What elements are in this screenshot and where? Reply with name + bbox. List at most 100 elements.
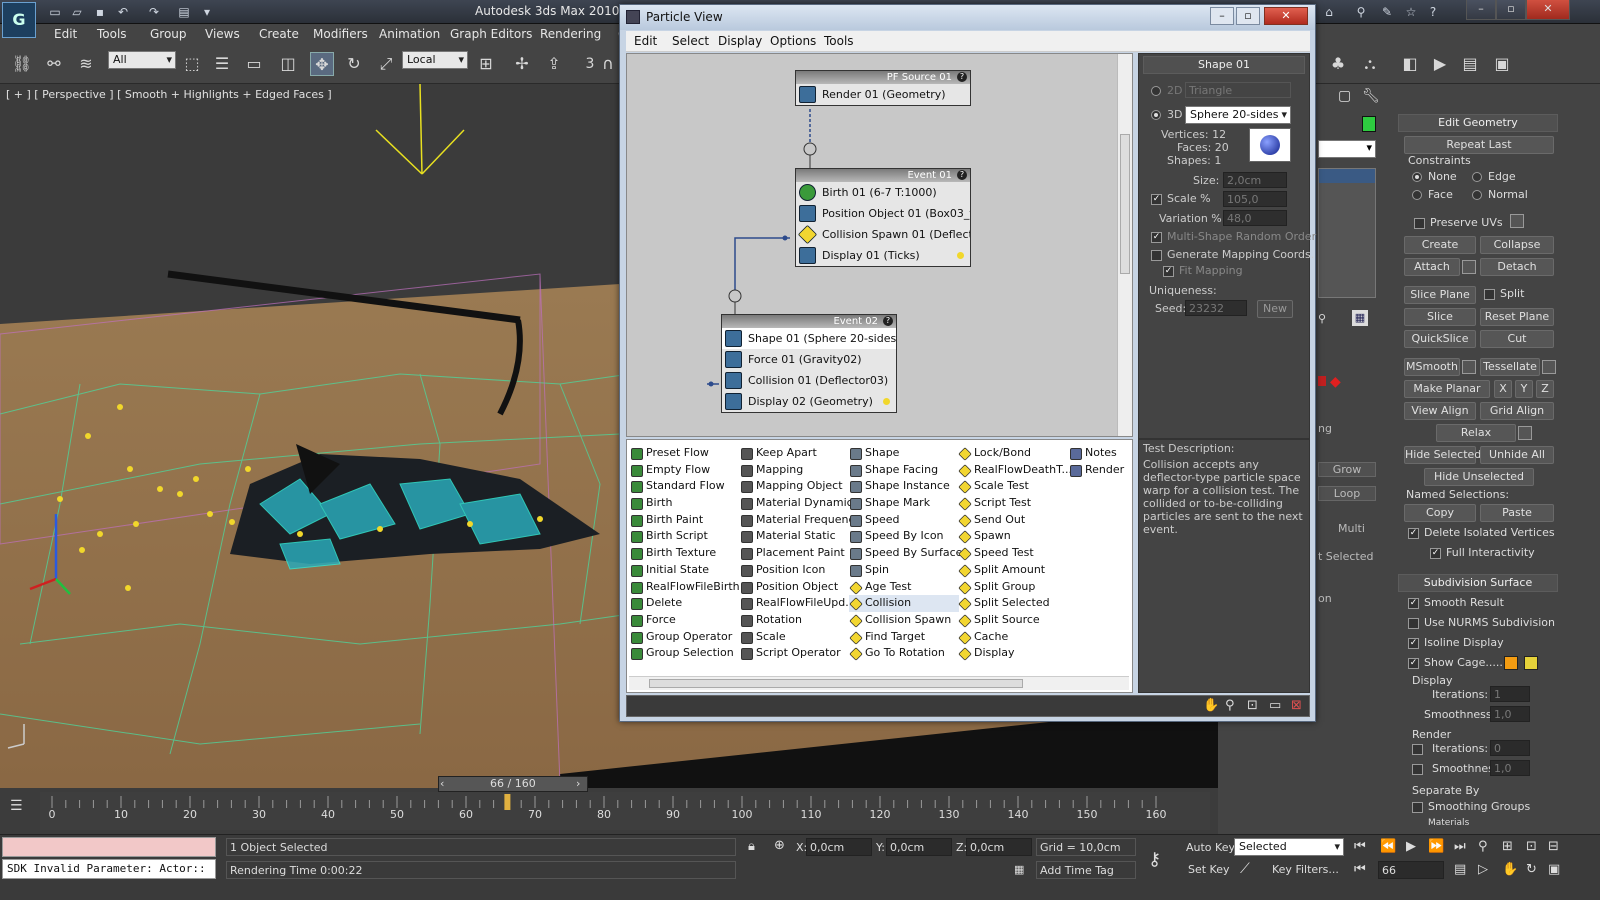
node-help-icon[interactable]: ? (883, 316, 893, 326)
depot-item[interactable]: Lock/Bond (958, 445, 1068, 462)
unhide-all-button[interactable]: Unhide All (1480, 446, 1554, 464)
display-iterations-spinner[interactable]: 1 (1490, 686, 1530, 702)
depot-item[interactable]: Notes (1069, 445, 1133, 462)
show-cage-checkbox[interactable]: ✓ (1408, 658, 1419, 669)
node-operator[interactable]: Render 01 (Geometry) (796, 84, 970, 105)
cage-color-swatch[interactable] (1504, 656, 1518, 670)
constraint-face-radio[interactable] (1412, 190, 1422, 200)
depot-item[interactable]: Position Object (740, 579, 850, 596)
depot-item[interactable]: Empty Flow (630, 462, 740, 479)
depot-item[interactable]: Speed By Icon (849, 528, 959, 545)
quickslice-button[interactable]: QuickSlice (1404, 330, 1476, 348)
pv-menu-display[interactable]: Display (718, 34, 762, 48)
window-crossing-icon[interactable]: ◫ (276, 52, 300, 76)
prev-frame-icon[interactable]: ⏪ (1380, 839, 1396, 854)
split-checkbox[interactable] (1484, 289, 1495, 300)
depot-item[interactable]: Birth Script (630, 528, 740, 545)
loop-button[interactable]: Loop (1318, 486, 1376, 501)
lock-selection-icon[interactable]: 🔒︎ (748, 839, 755, 854)
depot-item[interactable]: Birth Paint (630, 512, 740, 529)
node-help-icon[interactable]: ? (957, 72, 967, 82)
go-to-end-icon[interactable]: ⏭ (1454, 839, 1466, 854)
new-seed-button[interactable]: New (1257, 300, 1293, 318)
pv-menu-select[interactable]: Select (672, 34, 709, 48)
zoom-all-icon[interactable]: ⊞ (1502, 839, 1513, 854)
pan-icon[interactable]: ✋ (1502, 862, 1518, 877)
depot-item[interactable]: Split Amount (958, 562, 1068, 579)
zoom-icon[interactable]: ⚲ (1478, 839, 1488, 854)
set-key-icon[interactable]: ⟋ (1240, 861, 1250, 877)
preserve-uvs-settings-icon[interactable] (1510, 214, 1524, 228)
save-icon[interactable]: ▪ (91, 3, 109, 21)
select-object-icon[interactable]: ⬚ (180, 52, 204, 76)
pv-menu-tools[interactable]: Tools (824, 34, 854, 48)
menu-animation[interactable]: Animation (379, 27, 440, 41)
depot-item[interactable]: Group Selection (630, 645, 740, 662)
maxscript-listener-input[interactable] (2, 837, 216, 857)
absolute-mode-icon[interactable]: ⊕ (774, 838, 785, 853)
render-smoothness-spinner[interactable]: 1,0 (1490, 760, 1530, 776)
event-display[interactable]: PF Source 01? Render 01 (Geometry) Event… (626, 53, 1133, 437)
depot-item[interactable]: Spin (849, 562, 959, 579)
multi-shape-checkbox[interactable]: ✓ (1151, 232, 1162, 243)
keyboard-shortcut-icon[interactable]: ⇪ (542, 52, 566, 76)
node-operator[interactable]: Force 01 (Gravity02) (722, 349, 896, 370)
collapse-button[interactable]: Collapse (1480, 236, 1554, 254)
planar-z-button[interactable]: Z (1536, 380, 1554, 398)
rotate-icon[interactable]: ↻ (342, 52, 366, 76)
cut-button[interactable]: Cut (1480, 330, 1554, 348)
depot-item[interactable]: Spawn (958, 528, 1068, 545)
x-coordinate-field[interactable]: 0,0cm (806, 838, 872, 856)
communication-icon[interactable]: ✎ (1378, 3, 1396, 21)
set-key-button[interactable]: Set Key (1188, 863, 1230, 876)
depot-item[interactable]: RealFlowFileBirth (630, 579, 740, 596)
particle-view-title-bar[interactable]: Particle View – ▫ ✕ (620, 5, 1315, 30)
menu-graph-editors[interactable]: Graph Editors (450, 27, 532, 41)
smoothing-groups-checkbox[interactable] (1412, 802, 1423, 813)
relax-button[interactable]: Relax (1436, 424, 1516, 442)
node-operator[interactable]: Display 02 (Geometry) (722, 391, 896, 412)
depot-item[interactable]: Material Frequency (740, 512, 861, 529)
pf-source-node[interactable]: PF Source 01? Render 01 (Geometry) (795, 70, 971, 106)
depot-item[interactable]: Group Operator (630, 629, 740, 646)
planar-y-button[interactable]: Y (1515, 380, 1533, 398)
attach-button[interactable]: Attach (1404, 258, 1460, 276)
depot-item[interactable]: Shape Facing (849, 462, 959, 479)
pv-maximize-button[interactable]: ▫ (1236, 7, 1260, 25)
render-frame-icon[interactable]: ▤ (1458, 52, 1482, 76)
pv-menu-options[interactable]: Options (770, 34, 816, 48)
zoom-icon[interactable]: ⚲ (1225, 698, 1235, 713)
depot-item[interactable]: Birth Texture (630, 545, 740, 562)
utilities-panel-icon[interactable]: 🔧︎ (1362, 88, 1380, 104)
subdivision-rollout-header[interactable]: Subdivision Surface (1398, 574, 1558, 592)
track-bar-menu-icon[interactable]: ☰ (10, 798, 23, 814)
3d-radio[interactable] (1151, 110, 1161, 120)
pan-hand-icon[interactable]: ✋ (1203, 698, 1219, 713)
hide-selected-button[interactable]: Hide Selected (1404, 446, 1481, 464)
depot-item[interactable]: Birth (630, 495, 740, 512)
depot-item[interactable]: Mapping (740, 462, 850, 479)
move-icon[interactable]: ✥ (310, 52, 334, 76)
selection-filter-dropdown[interactable]: All (108, 51, 176, 69)
minimize-button[interactable]: – (1466, 0, 1496, 20)
preserve-uvs-checkbox[interactable] (1414, 218, 1425, 229)
go-to-start-icon[interactable]: ⏮ (1354, 839, 1366, 854)
depot-item[interactable]: Preset Flow (630, 445, 740, 462)
depot-item[interactable]: Material Static (740, 528, 850, 545)
zoom-extents-all-icon[interactable]: ⊟ (1548, 839, 1559, 854)
add-time-tag[interactable]: Add Time Tag (1036, 861, 1136, 879)
bind-space-warp-icon[interactable]: ≋ (74, 52, 98, 76)
grow-button[interactable]: Grow (1318, 462, 1376, 477)
time-config-icon[interactable]: ▤ (1454, 862, 1466, 877)
depot-item[interactable]: Render (1069, 462, 1133, 479)
pv-menu-edit[interactable]: Edit (634, 34, 657, 48)
time-tag-icon[interactable]: ▦ (1014, 863, 1024, 876)
unlink-icon[interactable]: ⚯ (42, 52, 66, 76)
detach-button[interactable]: Detach (1480, 258, 1554, 276)
event-display-scrollbar[interactable] (1117, 54, 1132, 436)
select-manipulate-icon[interactable]: ✢ (510, 52, 534, 76)
edit-geometry-rollout-header[interactable]: Edit Geometry (1398, 114, 1558, 132)
depot-item[interactable]: RealFlowDeathT... (958, 462, 1072, 479)
node-operator[interactable]: Position Object 01 (Box03_f... (796, 203, 970, 224)
close-button[interactable]: ✕ (1526, 0, 1570, 20)
